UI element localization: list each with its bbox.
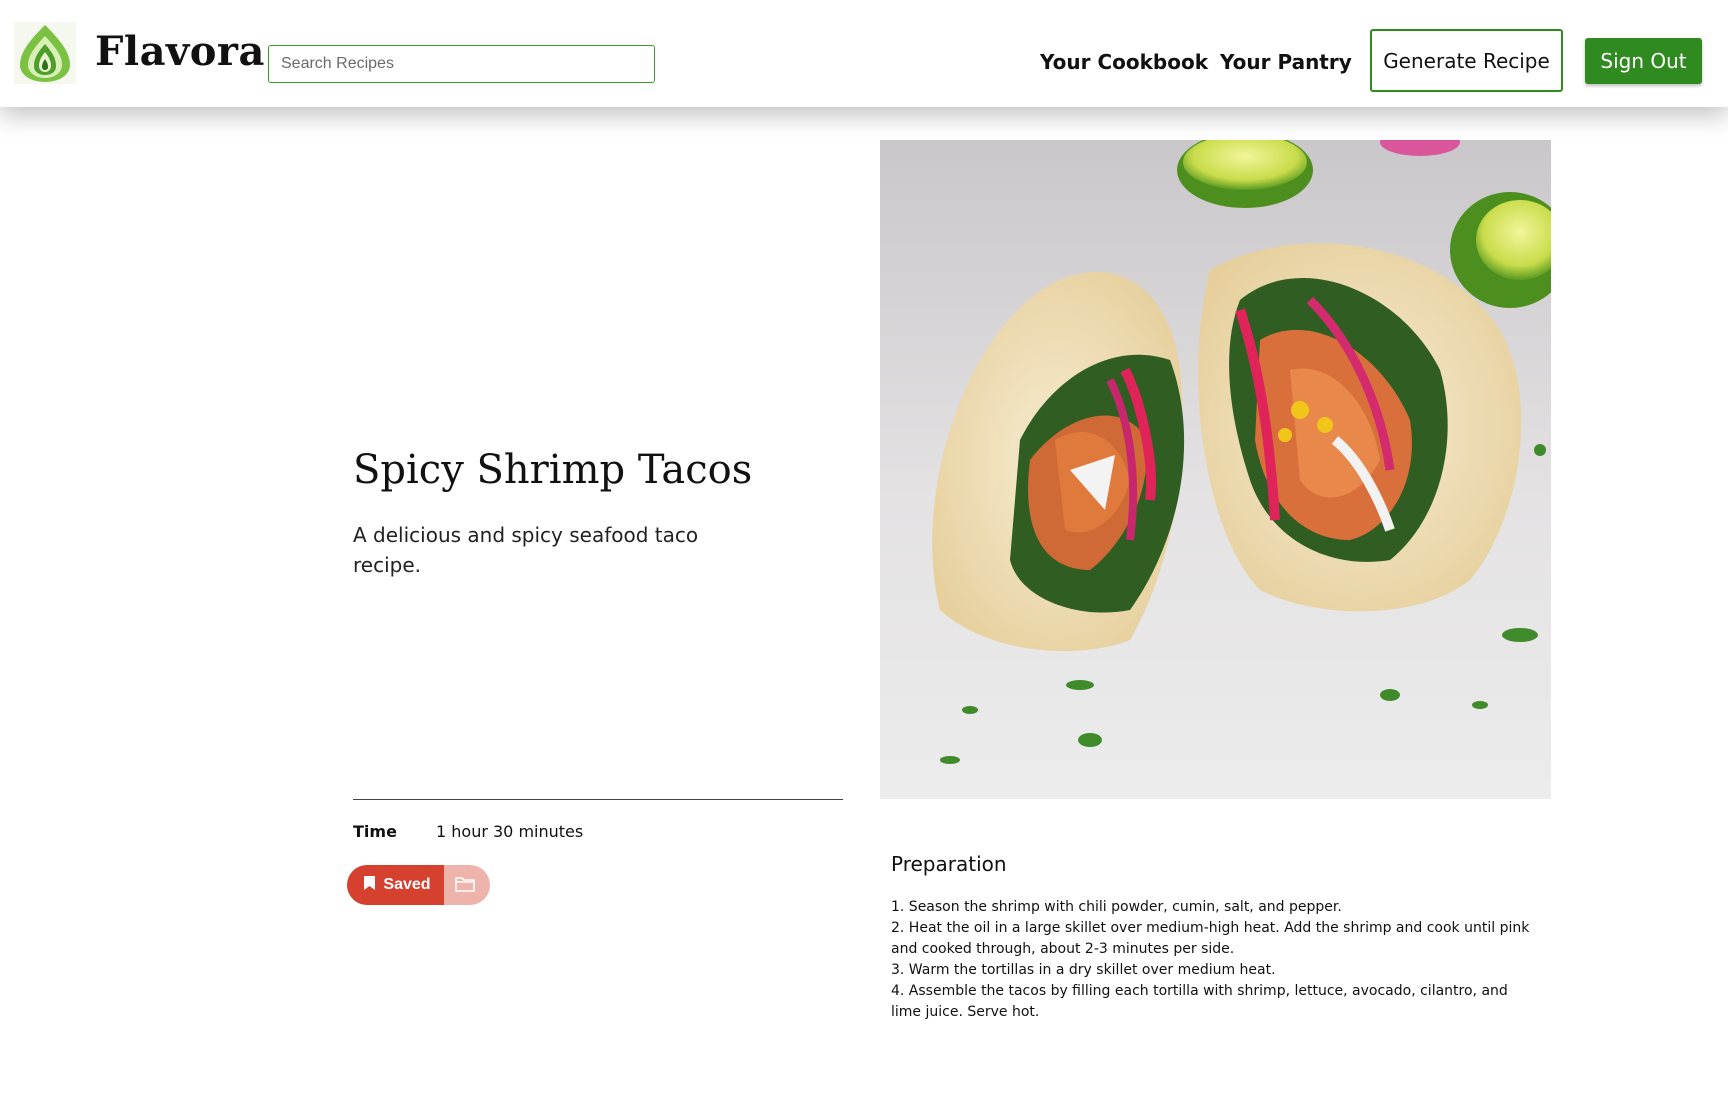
recipe-description: A delicious and spicy seafood taco recip… (353, 523, 699, 577)
time-value: 1 hour 30 minutes (436, 822, 584, 841)
time-label: Time (353, 822, 397, 841)
preparation-step: 4. Assemble the tacos by filling each to… (891, 983, 1508, 1020)
bookmark-icon (364, 875, 376, 895)
generate-recipe-button[interactable]: Generate Recipe (1370, 29, 1563, 92)
preparation-step: 1. Season the shrimp with chili powder, … (891, 899, 1342, 915)
search-input[interactable] (268, 45, 655, 83)
folder-icon (455, 876, 475, 895)
preparation-steps: 1. Season the shrimp with chili powder, … (891, 897, 1541, 1023)
preparation-heading: Preparation (891, 852, 1007, 876)
sign-out-button[interactable]: Sign Out (1585, 38, 1702, 84)
recipe-image (880, 140, 1551, 799)
leaf-logo-icon[interactable] (14, 22, 76, 84)
preparation-step: 3. Warm the tortillas in a dry skillet o… (891, 962, 1276, 978)
section-divider (353, 799, 843, 800)
saved-label: Saved (383, 876, 431, 893)
save-button-group: Saved (347, 865, 490, 905)
recipe-title: Spicy Shrimp Tacos (353, 447, 753, 493)
nav-your-pantry[interactable]: Your Pantry (1220, 50, 1352, 74)
nav-your-cookbook[interactable]: Your Cookbook (1040, 50, 1208, 74)
top-header: Flavora Your Cookbook Your Pantry Genera… (0, 0, 1728, 107)
preparation-step: 2. Heat the oil in a large skillet over … (891, 920, 1530, 957)
add-to-folder-button[interactable] (444, 865, 490, 905)
saved-button[interactable]: Saved (347, 865, 444, 905)
brand-name[interactable]: Flavora (95, 32, 265, 72)
